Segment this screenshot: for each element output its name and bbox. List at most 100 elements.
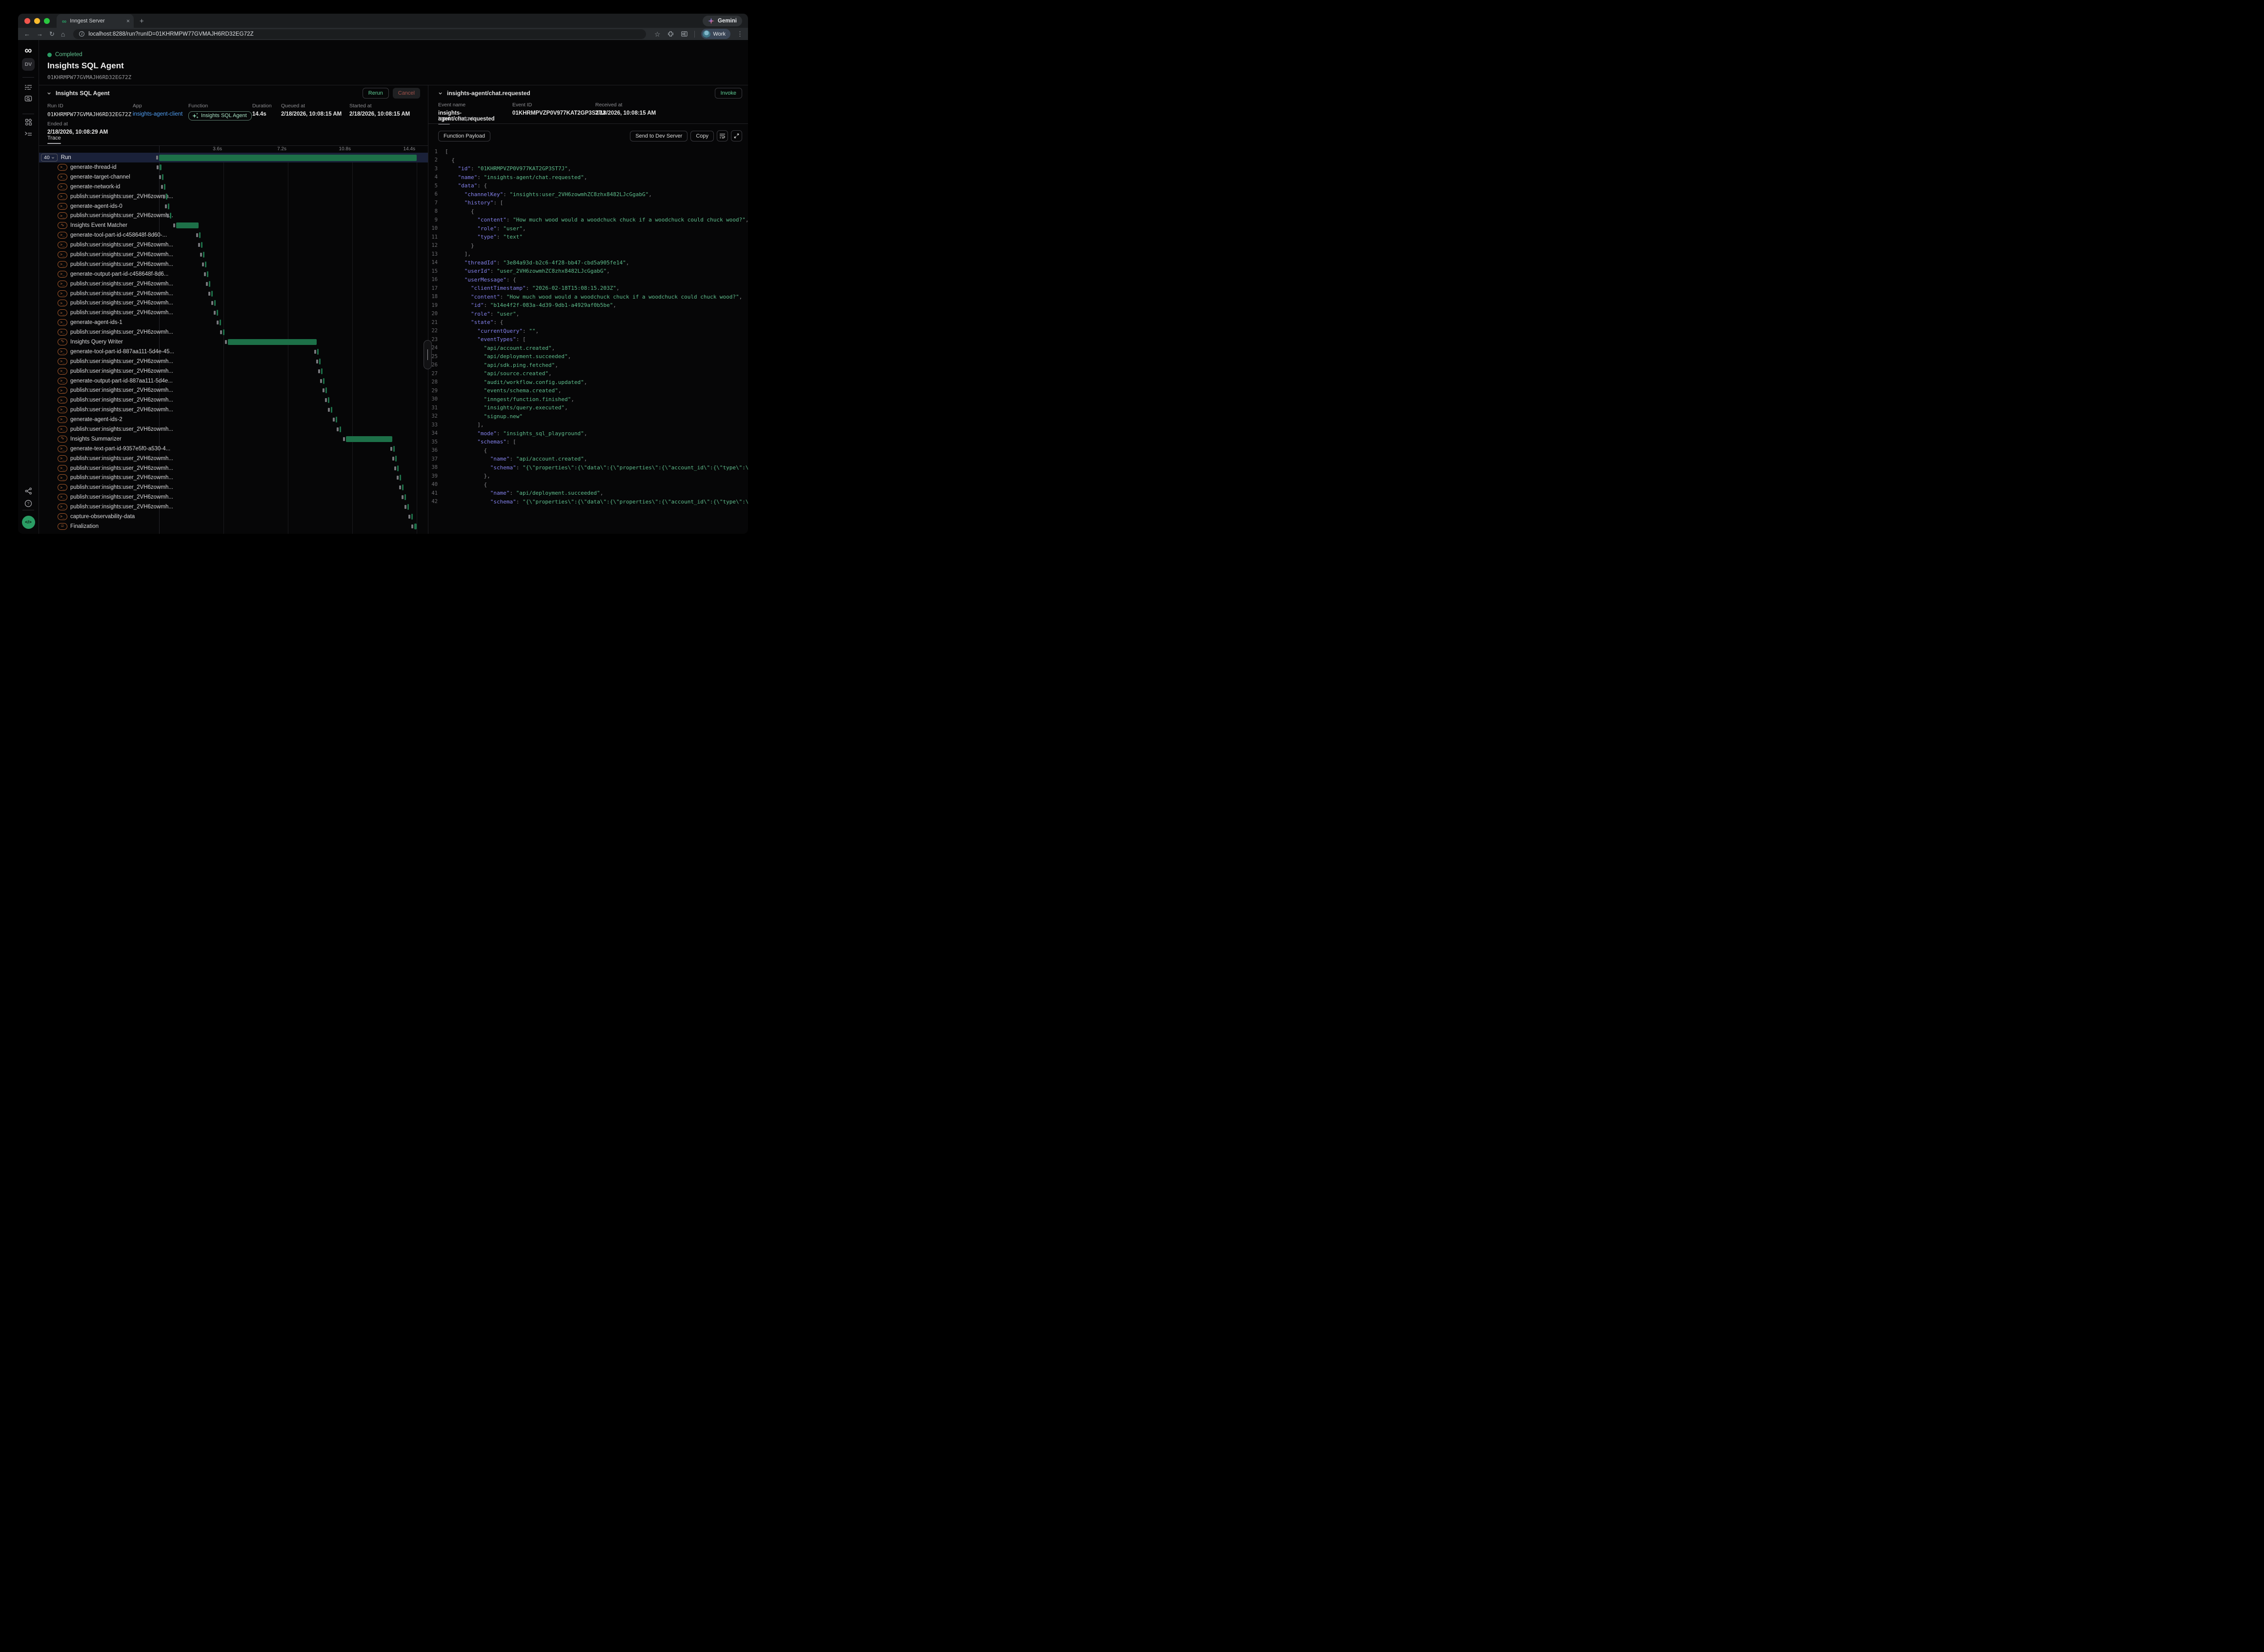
trace-row[interactable]: >_publish:user:insights:user_2VH6zowmh..… bbox=[39, 502, 428, 512]
function-payload-button[interactable]: Function Payload bbox=[438, 131, 490, 141]
span-bar[interactable] bbox=[407, 504, 409, 510]
word-wrap-icon[interactable] bbox=[717, 130, 728, 141]
span-bar[interactable] bbox=[317, 349, 319, 355]
trace-row[interactable]: >_publish:user:insights:user_2VH6zowmh..… bbox=[39, 260, 428, 269]
trace-row[interactable]: ☑Finalization bbox=[39, 522, 428, 531]
span-bar[interactable] bbox=[328, 397, 329, 403]
trace-row[interactable]: >_publish:user:insights:user_2VH6zowmh..… bbox=[39, 463, 428, 473]
span-bar[interactable] bbox=[166, 194, 168, 200]
span-bar[interactable] bbox=[217, 310, 218, 316]
span-bar[interactable] bbox=[214, 300, 216, 306]
span-bar[interactable] bbox=[170, 213, 172, 219]
runs-list-icon[interactable] bbox=[18, 84, 39, 91]
span-bar[interactable] bbox=[323, 378, 324, 384]
function-badge[interactable]: Insights SQL Agent bbox=[188, 111, 252, 121]
span-bar[interactable] bbox=[220, 320, 221, 325]
back-icon[interactable]: ← bbox=[24, 31, 30, 37]
reload-icon[interactable]: ↻ bbox=[49, 31, 55, 37]
trace-row[interactable]: >_generate-target-channel bbox=[39, 172, 428, 182]
trace-row[interactable]: >_publish:user:insights:user_2VH6zowmh..… bbox=[39, 357, 428, 366]
help-icon[interactable]: ? bbox=[18, 500, 39, 507]
trace-row[interactable]: >_generate-agent-ids-0 bbox=[39, 201, 428, 211]
trace-row[interactable]: ∿Insights Event Matcher bbox=[39, 221, 428, 230]
trace-row[interactable]: >_generate-text-part-id-9357e5f0-a530-4.… bbox=[39, 444, 428, 454]
trace-row[interactable]: >_generate-tool-part-id-887aa111-5d4e-45… bbox=[39, 347, 428, 357]
inngest-logo-icon[interactable]: ∞ bbox=[18, 45, 39, 56]
span-count-badge[interactable]: 40 bbox=[41, 154, 58, 161]
span-bar[interactable] bbox=[162, 174, 164, 180]
span-bar[interactable] bbox=[404, 494, 406, 500]
span-bar[interactable] bbox=[395, 456, 397, 462]
copy-button[interactable]: Copy bbox=[690, 131, 714, 141]
span-bar[interactable] bbox=[400, 475, 401, 481]
trace-row[interactable]: >_publish:user:insights:user_2VH6zowmh..… bbox=[39, 279, 428, 289]
trace-row[interactable]: >_publish:user:insights:user_2VH6zowmh..… bbox=[39, 492, 428, 502]
minimize-window-button[interactable] bbox=[34, 18, 40, 24]
span-bar[interactable] bbox=[205, 262, 206, 267]
close-window-button[interactable] bbox=[24, 18, 30, 24]
span-bar[interactable] bbox=[414, 524, 417, 529]
collapse-chevron-icon[interactable] bbox=[47, 91, 51, 96]
span-bar[interactable] bbox=[203, 252, 204, 258]
trace-row[interactable]: >_publish:user:insights:user_2VH6zowmh..… bbox=[39, 424, 428, 434]
span-bar[interactable] bbox=[207, 271, 208, 277]
trace-row[interactable]: >_publish:user:insights:user_2VH6zowmh..… bbox=[39, 483, 428, 492]
trace-row[interactable]: ∿Insights Query Writer bbox=[39, 337, 428, 347]
gemini-button[interactable]: Gemini bbox=[703, 16, 742, 26]
trace-row[interactable]: >_publish:user:insights:user_2VH6zowmh..… bbox=[39, 395, 428, 405]
home-icon[interactable]: ⌂ bbox=[61, 31, 65, 38]
span-bar[interactable] bbox=[199, 232, 201, 238]
trace-row[interactable]: >_generate-output-part-id-887aa111-5d4e.… bbox=[39, 376, 428, 386]
span-bar[interactable] bbox=[393, 446, 395, 452]
apps-grid-icon[interactable] bbox=[18, 119, 39, 126]
trace-row[interactable]: >_generate-thread-id bbox=[39, 162, 428, 172]
span-bar[interactable] bbox=[209, 281, 210, 287]
span-bar[interactable] bbox=[211, 291, 213, 297]
span-bar[interactable] bbox=[168, 203, 170, 209]
forward-icon[interactable]: → bbox=[37, 31, 43, 37]
profile-chip[interactable]: Work bbox=[701, 29, 730, 39]
trace-run-row[interactable]: 40 Run bbox=[39, 153, 428, 162]
bookmark-star-icon[interactable]: ☆ bbox=[654, 31, 661, 38]
trace-row[interactable]: >_publish:user:insights:user_2VH6zowmh..… bbox=[39, 327, 428, 337]
span-bar[interactable] bbox=[228, 339, 317, 345]
run-span-bar[interactable] bbox=[159, 155, 417, 161]
share-icon[interactable] bbox=[18, 487, 39, 495]
extensions-puzzle-icon[interactable] bbox=[667, 30, 674, 38]
collapse-chevron-icon[interactable] bbox=[438, 91, 443, 96]
span-bar[interactable] bbox=[325, 387, 327, 393]
trace-row[interactable]: >_generate-network-id bbox=[39, 182, 428, 192]
payload-code-viewer[interactable]: 1[2 {3 "id": "01KHRMPVZP0V977KAT2GP3ST7J… bbox=[428, 147, 748, 534]
span-bar[interactable] bbox=[160, 164, 162, 170]
trace-row[interactable]: >_publish:user:insights:user_2VH6zowmh..… bbox=[39, 240, 428, 250]
browser-tab[interactable]: ∞ Inngest Server × bbox=[57, 14, 134, 28]
trace-row[interactable]: >_publish:user:insights:user_2VH6zowmh..… bbox=[39, 192, 428, 201]
zoom-window-button[interactable] bbox=[44, 18, 50, 24]
app-link[interactable]: insights-agent-client bbox=[133, 111, 188, 117]
span-bar[interactable] bbox=[321, 368, 323, 374]
trace-row[interactable]: >_publish:user:insights:user_2VH6zowmh..… bbox=[39, 366, 428, 376]
span-bar[interactable] bbox=[223, 329, 224, 335]
info-icon[interactable]: i bbox=[79, 31, 84, 37]
trace-row[interactable]: >_capture-observability-data bbox=[39, 512, 428, 522]
trace-row[interactable]: >_generate-agent-ids-1 bbox=[39, 318, 428, 327]
trace-row[interactable]: >_publish:user:insights:user_2VH6zowmh..… bbox=[39, 250, 428, 260]
side-panel-icon[interactable] bbox=[681, 30, 688, 38]
span-bar[interactable] bbox=[411, 514, 413, 520]
span-bar[interactable] bbox=[164, 184, 166, 190]
span-bar[interactable] bbox=[346, 436, 392, 442]
cancel-button[interactable]: Cancel bbox=[393, 88, 420, 99]
trace-row[interactable]: >_publish:user:insights:user_2VH6zowmh..… bbox=[39, 385, 428, 395]
expand-icon[interactable] bbox=[731, 130, 742, 141]
span-bar[interactable] bbox=[402, 484, 404, 490]
invoke-button[interactable]: Invoke bbox=[715, 88, 742, 99]
tab-close-icon[interactable]: × bbox=[126, 18, 130, 24]
send-to-dev-server-button[interactable]: Send to Dev Server bbox=[630, 131, 687, 141]
trace-row[interactable]: >_publish:user:insights:user_2VH6zowmh..… bbox=[39, 211, 428, 221]
span-bar[interactable] bbox=[319, 359, 321, 364]
trace-row[interactable]: >_publish:user:insights:user_2VH6zowmh..… bbox=[39, 473, 428, 483]
trace-row[interactable]: >_publish:user:insights:user_2VH6zowmh..… bbox=[39, 454, 428, 463]
span-bar[interactable] bbox=[336, 417, 337, 423]
rerun-button[interactable]: Rerun bbox=[363, 88, 389, 99]
url-bar[interactable]: i localhost:8288/run?runID=01KHRMPW77GVM… bbox=[73, 29, 646, 39]
